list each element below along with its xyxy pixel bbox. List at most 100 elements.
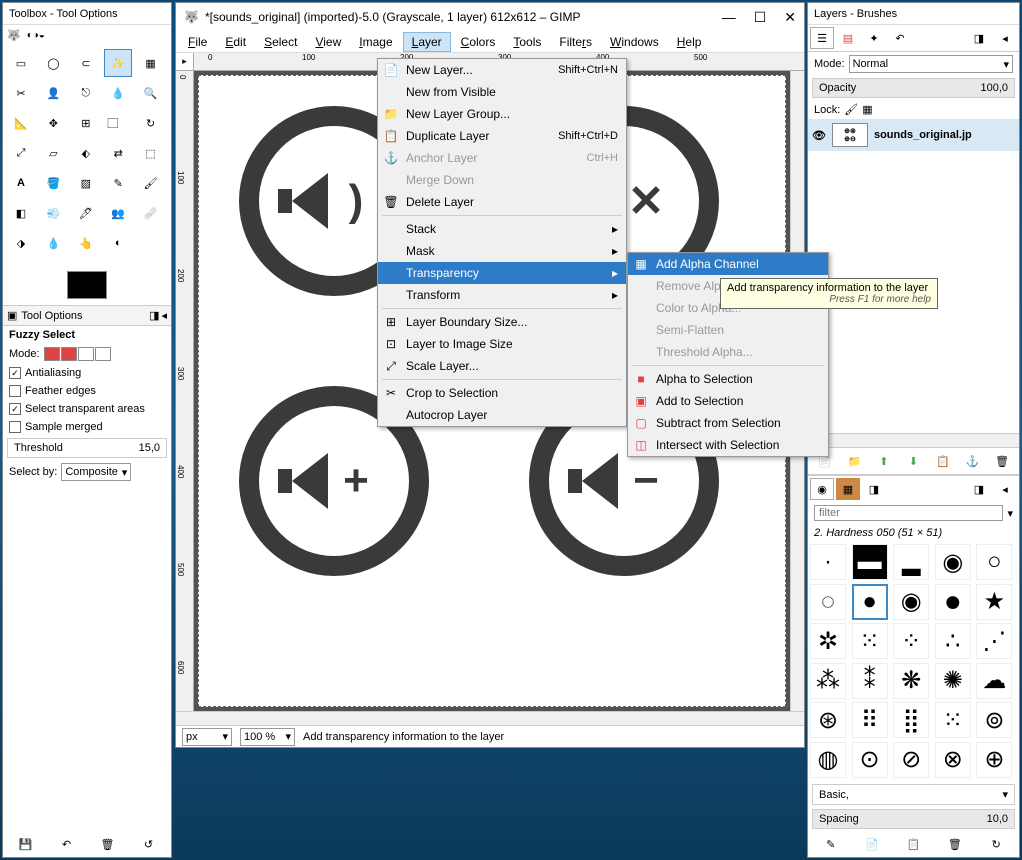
menu-duplicate-layer[interactable]: 📋Duplicate LayerShift+Ctrl+D: [378, 125, 626, 147]
shear-tool[interactable]: ▱: [39, 139, 67, 167]
cage-tool[interactable]: ⬚: [137, 139, 165, 167]
selectby-dropdown[interactable]: Composite▾: [61, 463, 131, 481]
ellipse-select-tool[interactable]: ◯: [39, 49, 67, 77]
zoom-selector[interactable]: 100 %▾: [240, 728, 295, 746]
brush-item[interactable]: ⣿: [893, 702, 929, 738]
menu-image[interactable]: Image: [351, 33, 400, 51]
crop-tool[interactable]: ⃞: [104, 109, 132, 137]
transparent-checkbox[interactable]: [9, 403, 21, 415]
menu-crop-selection[interactable]: ✂Crop to Selection: [378, 382, 626, 404]
layer-group-icon[interactable]: 📁: [845, 452, 863, 470]
spacing-value[interactable]: 10,0: [987, 813, 1008, 825]
menu-add-alpha[interactable]: ▦Add Alpha Channel: [628, 253, 828, 275]
brush-item[interactable]: ●: [935, 584, 971, 620]
text-tool[interactable]: A: [7, 169, 35, 197]
sample-merged-checkbox[interactable]: [9, 421, 21, 433]
flip-tool[interactable]: ⇄: [104, 139, 132, 167]
dock-icon-2[interactable]: ◨: [967, 478, 991, 500]
brush-item[interactable]: ⁑: [852, 663, 888, 699]
menu-arrow-icon[interactable]: ◂: [161, 309, 167, 322]
blend-mode-dropdown[interactable]: Normal▾: [849, 55, 1013, 73]
layer-list-item[interactable]: 👁 ⊕⊗⊕⊖ sounds_original.jp: [808, 119, 1019, 151]
brush-item[interactable]: ·: [810, 544, 846, 580]
ruler-toggle[interactable]: ▸: [176, 53, 194, 71]
brush-item[interactable]: ▂: [893, 544, 929, 580]
menu-tools[interactable]: Tools: [505, 33, 549, 51]
menu-to-image-size[interactable]: ⊡Layer to Image Size: [378, 333, 626, 355]
gradients-tab[interactable]: ◨: [862, 478, 886, 500]
channels-tab[interactable]: ▤: [836, 27, 860, 49]
patterns-tab[interactable]: ▦: [836, 478, 860, 500]
bucket-fill-tool[interactable]: 🪣: [39, 169, 67, 197]
lock-alpha-icon[interactable]: ▦: [862, 103, 872, 116]
reset-icon[interactable]: ↺: [140, 835, 158, 853]
menu-filters[interactable]: Filters: [551, 33, 600, 51]
duplicate-brush-icon[interactable]: 📋: [904, 835, 922, 853]
duplicate-layer-icon[interactable]: 📋: [934, 452, 952, 470]
brush-item[interactable]: ●: [852, 584, 888, 620]
pencil-tool[interactable]: ✎: [104, 169, 132, 197]
menu-intersect-selection[interactable]: ◫Intersect with Selection: [628, 434, 828, 456]
foreground-select-tool[interactable]: 👤: [39, 79, 67, 107]
brush-item[interactable]: ⠿: [852, 702, 888, 738]
color-selector[interactable]: [67, 271, 107, 299]
brush-filter-input[interactable]: [814, 505, 1003, 521]
antialiasing-checkbox[interactable]: [9, 367, 21, 379]
brush-item[interactable]: ⊕: [976, 742, 1012, 778]
tabs-menu-icon[interactable]: ◂: [993, 27, 1017, 49]
tabs-menu-icon-2[interactable]: ◂: [993, 478, 1017, 500]
ink-tool[interactable]: 🖊: [72, 199, 100, 227]
brush-item[interactable]: ◌: [810, 584, 846, 620]
close-button[interactable]: ✕: [784, 9, 796, 26]
menu-new-from-visible[interactable]: New from Visible: [378, 81, 626, 103]
menu-mask[interactable]: Mask▸: [378, 240, 626, 262]
brush-item[interactable]: ⁘: [893, 623, 929, 659]
menu-delete-layer[interactable]: 🗑Delete Layer: [378, 191, 626, 213]
menu-boundary-size[interactable]: ⊞Layer Boundary Size...: [378, 311, 626, 333]
minimize-button[interactable]: —: [722, 9, 736, 26]
brush-item[interactable]: ⊛: [810, 702, 846, 738]
menu-scale-layer[interactable]: ⤢Scale Layer...: [378, 355, 626, 377]
menu-help[interactable]: Help: [669, 33, 710, 51]
layers-scrollbar[interactable]: [808, 433, 1019, 447]
dodge-tool[interactable]: ◐: [104, 229, 132, 257]
brush-item[interactable]: ⊚: [976, 702, 1012, 738]
layer-up-icon[interactable]: ⬆: [875, 452, 893, 470]
threshold-value[interactable]: 15,0: [139, 442, 160, 454]
scissors-tool[interactable]: ✂: [7, 79, 35, 107]
unit-selector[interactable]: px▾: [182, 728, 232, 746]
layer-down-icon[interactable]: ⬇: [904, 452, 922, 470]
menu-file[interactable]: File: [180, 33, 215, 51]
brush-item[interactable]: ⋰: [976, 623, 1012, 659]
scrollbar-horizontal[interactable]: [176, 711, 804, 725]
brush-item[interactable]: ○: [976, 544, 1012, 580]
menu-subtract-selection[interactable]: ▢Subtract from Selection: [628, 412, 828, 434]
perspective-tool[interactable]: ⬖: [72, 139, 100, 167]
menu-view[interactable]: View: [307, 33, 349, 51]
menu-add-to-selection[interactable]: ▣Add to Selection: [628, 390, 828, 412]
dock-icon[interactable]: ◨: [149, 309, 159, 322]
lock-pixels-icon[interactable]: 🖌: [844, 103, 858, 116]
brush-item[interactable]: ✲: [810, 623, 846, 659]
new-brush-icon[interactable]: 📄: [863, 835, 881, 853]
brush-item[interactable]: ★: [976, 584, 1012, 620]
free-select-tool[interactable]: ⊂: [72, 49, 100, 77]
menu-alpha-to-selection[interactable]: ■Alpha to Selection: [628, 368, 828, 390]
paths-tool[interactable]: ⎋: [72, 79, 100, 107]
blend-tool[interactable]: ▨: [72, 169, 100, 197]
eraser-tool[interactable]: ◧: [7, 199, 35, 227]
paintbrush-tool[interactable]: 🖌: [137, 169, 165, 197]
layers-tab[interactable]: ☰: [810, 27, 834, 49]
menu-transparency[interactable]: Transparency▸: [378, 262, 626, 284]
airbrush-tool[interactable]: 💨: [39, 199, 67, 227]
anchor-icon[interactable]: ⚓: [964, 452, 982, 470]
brush-item[interactable]: ⊗: [935, 742, 971, 778]
menu-new-layer[interactable]: 📄New Layer...Shift+Ctrl+N: [378, 59, 626, 81]
rotate-tool[interactable]: ↻: [137, 109, 165, 137]
brush-item[interactable]: ❋: [893, 663, 929, 699]
menu-stack[interactable]: Stack▸: [378, 218, 626, 240]
brush-item[interactable]: ◉: [893, 584, 929, 620]
zoom-tool[interactable]: 🔍: [137, 79, 165, 107]
maximize-button[interactable]: ☐: [754, 9, 767, 26]
brush-item[interactable]: ⁂: [810, 663, 846, 699]
